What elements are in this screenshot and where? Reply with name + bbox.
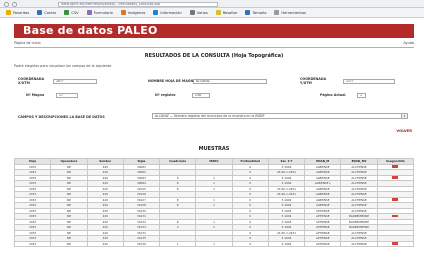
toolbar-item-varios[interactable]: Varios [189, 10, 208, 15]
document-icon [64, 10, 70, 15]
nr-magna-label: Nº Magna [26, 93, 45, 97]
toolbar-item-favoritos[interactable]: Favoritos [6, 10, 29, 15]
resize-icon [245, 10, 251, 15]
table-row[interactable]: 2033 SIE 449 30136 1 1 0 3-1604 APTIENSE ALCTIENS… [13, 240, 415, 247]
toolbar-item-label: Formulario [93, 10, 113, 15]
hoja-input[interactable]: ALCAÑIZ [193, 79, 267, 84]
form-icon [86, 10, 92, 15]
table-header-row: Hoja Operadora Sondeo Sigla Cuadrícula MZDC Pr… [13, 158, 415, 165]
campos-label: CAMPOS Y DESCRIPCIONES LA BASE DE DATOS [18, 115, 105, 119]
results-subtext: Podrá elegirlos para visualizar los camp… [14, 64, 112, 68]
table-cell: 2033 [13, 240, 52, 247]
table-cell: ALCTIENSE [340, 240, 378, 247]
hoja-label: NOMBRE HOJA DE MAGNA [148, 79, 196, 83]
toolbar-item-label: Tamaño [252, 10, 267, 15]
toolbar-item-herramientas[interactable]: Herramientas [274, 10, 306, 15]
browser-toolbar: Favoritos Contar CSV Formulario Imágenes Info… [0, 8, 424, 18]
user-icon [37, 10, 43, 15]
table-cell: SIE [50, 240, 88, 247]
toolbar-item-imágenes[interactable]: Imágenes [120, 10, 146, 15]
image-flag-icon[interactable] [392, 214, 399, 218]
table-cell: 0 [231, 240, 269, 247]
info-icon [153, 10, 159, 15]
nr-registro-input[interactable]: 238 [192, 93, 210, 98]
campos-select[interactable]: ALCAÑIZ — Número registro del municipio … [152, 113, 408, 119]
chevron-down-icon[interactable]: ▾ [401, 114, 407, 118]
tools-icon [189, 10, 195, 15]
image-flag-icon[interactable] [392, 198, 399, 201]
campos-select-value: ALCAÑIZ — Número registro del municipio … [155, 114, 265, 118]
table-cell: 3-1604 [267, 240, 306, 247]
page-title: Base de datos PALEO [23, 24, 158, 37]
toolbar-item-información[interactable]: Información [153, 10, 182, 15]
samples-title: MUESTRAS [198, 146, 230, 152]
divider [14, 47, 414, 48]
browser-address-bar: www.igme.es/internet/bd/paleo/.../result… [0, 0, 424, 8]
coord-x-label: COORDENADA X/UTM [18, 77, 45, 85]
coord-y-input[interactable]: 21?? [343, 79, 395, 84]
toolbar-item-label: Herramientas [281, 10, 306, 15]
table-cell: APTIENSE [304, 240, 342, 247]
image-flag-icon[interactable] [392, 242, 399, 245]
table-cell: 30136 [122, 240, 161, 247]
forward-icon[interactable] [12, 1, 17, 7]
toolbar-item-label: Información [160, 10, 182, 15]
image-icon [120, 10, 126, 15]
image-flag-icon[interactable] [392, 165, 399, 168]
toolbar-item-label: Contar [44, 10, 57, 15]
table-body: 2033 SIE 449 30081 0 3-1604 ALBIENSE ALCTIENSE 2… [13, 163, 415, 247]
toolbar-item-label: Resaltar [222, 10, 238, 15]
table-cell: 1 [159, 240, 197, 247]
star-icon [6, 10, 11, 15]
wrench-icon [274, 10, 280, 15]
back-icon[interactable] [4, 1, 9, 7]
header-banner: Base de datos PALEO [14, 24, 414, 38]
coord-x-input[interactable]: 20?? [53, 79, 97, 84]
toolbar-item-label: Favoritos [13, 10, 30, 15]
pencil-icon [215, 10, 221, 15]
toolbar-item-label: Imágenes [127, 10, 146, 15]
toolbar-item-label: Varios [196, 10, 208, 15]
nr-registro-label: Nº registro [155, 93, 176, 97]
table-cell: 1 [195, 240, 233, 247]
toolbar-item-contar[interactable]: Contar [37, 10, 56, 15]
table-cell: 449 [86, 240, 124, 247]
toolbar-item-formulario[interactable]: Formulario [86, 10, 113, 15]
url-input[interactable]: www.igme.es/internet/bd/paleo/.../result… [58, 1, 218, 7]
pagina-actual-label: Página Actual [320, 93, 346, 97]
samples-table: Hoja Operadora Sondeo Sigla Cuadrícula MZDC Pr… [13, 158, 415, 247]
coord-y-label: COORDENADA Y/UTM [300, 77, 327, 85]
pagina-actual-input[interactable]: 1 [357, 93, 366, 98]
image-info-cell [376, 240, 415, 247]
results-heading: RESULTADOS DE LA CONSULTA (Hoja Topográf… [144, 53, 284, 59]
toolbar-item-resaltar[interactable]: Resaltar [215, 10, 238, 15]
volver-button[interactable]: VOLVER [396, 129, 412, 133]
toolbar-item-tamaño[interactable]: Tamaño [245, 10, 266, 15]
image-flag-icon[interactable] [392, 176, 399, 179]
nr-magna-input[interactable]: 17 [56, 93, 78, 98]
toolbar-item-label: CSV [71, 10, 79, 15]
toolbar-item-csv[interactable]: CSV [64, 10, 79, 15]
